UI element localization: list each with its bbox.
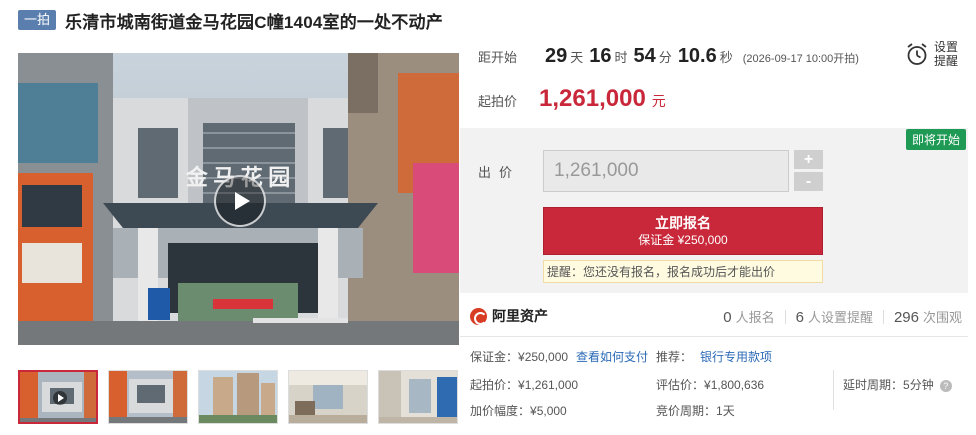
thumbnail-2[interactable]	[108, 370, 188, 424]
thumbnail-3[interactable]	[198, 370, 278, 424]
start-price-info: 起拍价：¥1,261,000	[470, 376, 578, 393]
starting-price-label: 起拍价	[478, 94, 518, 109]
increment-value: ¥5,000	[530, 404, 567, 418]
main-photo-video[interactable]: 金 马 花 园	[18, 53, 459, 345]
set-reminder-button[interactable]: 设置提醒	[906, 40, 960, 68]
platform-name: 阿里资产	[492, 308, 548, 324]
appraisal-info: 评估价：¥1,800,636	[656, 376, 764, 393]
thumbnail-strip	[18, 370, 468, 424]
increment-label: 加价幅度：	[470, 404, 531, 418]
deposit-info-label: 保证金：	[470, 350, 519, 364]
thumbnail-image	[109, 371, 187, 423]
countdown-hours: 16	[589, 45, 612, 67]
starting-price-row: 起拍价 1,261,000 元	[478, 85, 666, 113]
increase-bid-button[interactable]: +	[794, 150, 823, 169]
delay-period-label: 延时周期：	[843, 378, 904, 392]
appraisal-value: ¥1,800,636	[704, 378, 765, 392]
countdown-days: 29	[545, 45, 568, 67]
deposit-info-value: ¥250,000	[518, 350, 569, 364]
register-now-label: 立即报名	[655, 215, 711, 231]
reminder-count: 6	[795, 309, 804, 326]
decrease-bid-button[interactable]: -	[794, 172, 823, 191]
starting-price-unit: 元	[651, 93, 666, 109]
bid-period-value: 1天	[716, 404, 735, 418]
auction-stats: 0 人报名 6 人设置提醒 296 次围观	[723, 307, 962, 326]
countdown-minutes: 54	[633, 45, 656, 67]
countdown-seconds: 10.6	[677, 45, 717, 67]
stat-divider	[882, 309, 884, 324]
recommend-info: 推荐： 银行专用款项	[656, 348, 772, 365]
signup-count-label: 人报名	[735, 310, 775, 325]
thumbnail-image	[199, 371, 277, 423]
register-now-button[interactable]: 立即报名 保证金 ¥250,000	[543, 207, 823, 255]
thumbnail-4[interactable]	[288, 370, 368, 424]
countdown-label: 距开始	[478, 50, 518, 65]
ali-assets-logo-icon	[470, 307, 487, 325]
column-divider	[833, 370, 834, 410]
mini-play-icon	[53, 391, 67, 405]
bid-period-info: 竞价周期：1天	[656, 402, 735, 419]
bid-amount-input[interactable]: 1,261,000	[543, 150, 789, 192]
viewer-count-label: 次围观	[922, 310, 962, 325]
appraisal-label: 评估价：	[656, 378, 705, 392]
start-price-info-value: ¥1,261,000	[518, 378, 579, 392]
deposit-info: 保证金：¥250,000	[470, 348, 568, 365]
title-row: 一拍 乐清市城南街道金马花园C幢1404室的一处不动产	[18, 9, 443, 32]
countdown: 距开始 29 天 16 时 54 分 10.6 秒 (2026-09-17 10…	[478, 45, 859, 68]
countdown-minutes-unit: 分	[658, 50, 672, 65]
thumbnail-5[interactable]	[378, 370, 458, 424]
countdown-seconds-unit: 秒	[719, 50, 733, 65]
platform-row: 阿里资产 0 人报名 6 人设置提醒 296 次围观	[470, 301, 968, 331]
video-play-button[interactable]	[214, 175, 266, 227]
status-badge: 即将开始	[905, 129, 966, 150]
stat-divider	[784, 309, 786, 324]
countdown-hours-unit: 时	[614, 50, 628, 65]
section-divider	[460, 336, 968, 337]
bid-period-label: 竞价周期：	[656, 404, 717, 418]
signup-count: 0	[723, 309, 732, 326]
thumbnail-image	[379, 371, 457, 423]
auction-round-badge: 一拍	[18, 10, 57, 30]
thumbnail-1[interactable]	[18, 370, 98, 424]
start-price-info-label: 起拍价：	[470, 378, 519, 392]
set-reminder-label: 设置提醒	[934, 40, 959, 68]
delay-period-info: 延时周期：5分钟?	[843, 376, 952, 393]
viewer-count: 296	[893, 309, 919, 326]
start-time-note: (2026-09-17 10:00开拍)	[742, 53, 859, 65]
starting-price-value: 1,261,000	[539, 85, 646, 112]
deposit-amount-label: 保证金 ¥250,000	[638, 233, 728, 247]
registration-tip: 提醒：您还没有报名，报名成功后才能出价	[543, 260, 823, 283]
bid-label: 出价	[478, 165, 521, 180]
how-to-pay-link[interactable]: 查看如何支付	[576, 348, 648, 365]
recommend-label: 推荐：	[656, 350, 693, 364]
increment-info: 加价幅度：¥5,000	[470, 402, 567, 419]
bank-payment-link[interactable]: 银行专用款项	[700, 350, 772, 364]
countdown-days-unit: 天	[570, 50, 584, 65]
delay-period-value: 5分钟	[903, 378, 934, 392]
page-title: 乐清市城南街道金马花园C幢1404室的一处不动产	[65, 12, 443, 32]
help-icon[interactable]: ?	[939, 379, 952, 392]
reminder-count-label: 人设置提醒	[807, 310, 873, 325]
alarm-clock-icon	[907, 43, 927, 65]
bid-panel: 即将开始 出价 1,261,000 + - 立即报名 保证金 ¥250,000 …	[460, 128, 968, 293]
thumbnail-image	[289, 371, 367, 423]
